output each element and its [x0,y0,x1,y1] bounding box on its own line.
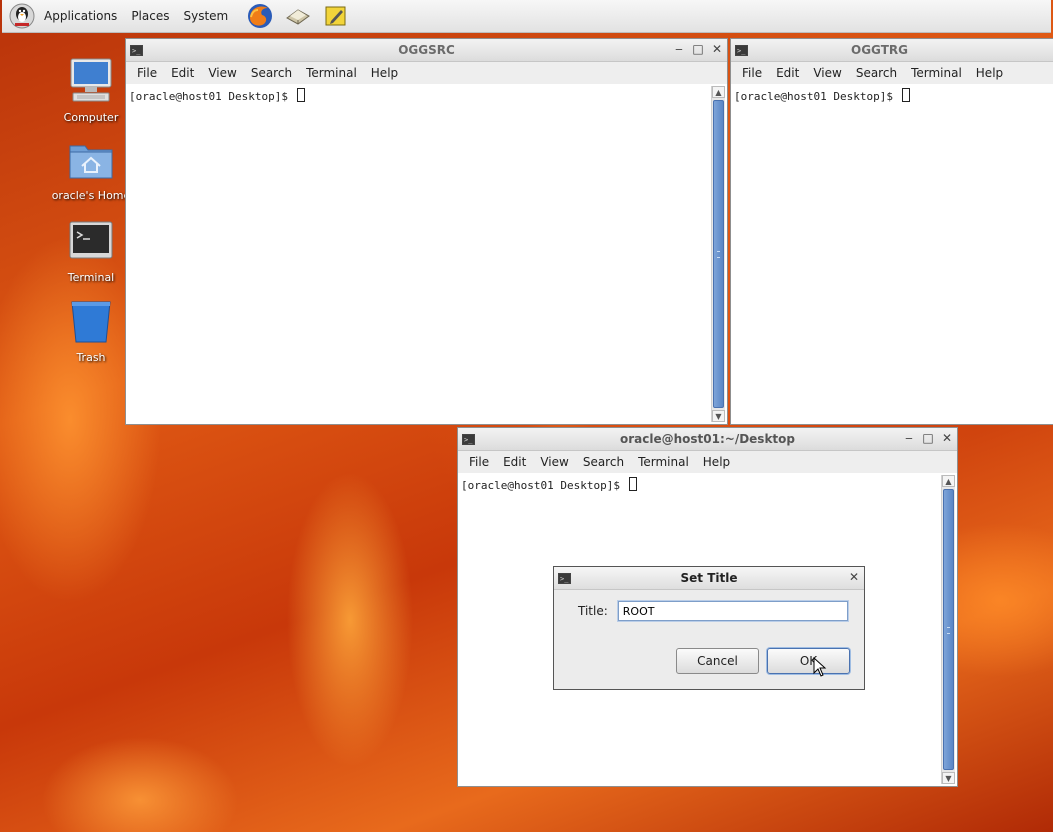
menu-view[interactable]: View [208,66,236,80]
menu-terminal[interactable]: Terminal [911,66,962,80]
top-panel: Applications Places System [2,0,1051,33]
vertical-scrollbar[interactable]: ▲ ▼ [941,475,955,784]
menu-view[interactable]: View [813,66,841,80]
minimize-icon[interactable]: ‒ [903,431,915,445]
menu-bar: File Edit View Search Terminal Help [458,451,957,474]
text-cursor [628,477,637,491]
menu-edit[interactable]: Edit [503,455,526,469]
menu-search[interactable]: Search [251,66,292,80]
prompt-text: [oracle@host01 Desktop]$ [129,90,295,103]
window-titlebar[interactable]: >_ OGGTRG [731,39,1053,62]
window-title: oracle@host01:~/Desktop [619,432,796,446]
scroll-thumb[interactable] [713,100,724,408]
desktop-icon-label: Computer [63,111,119,124]
menu-edit[interactable]: Edit [171,66,194,80]
shell-prompt: [oracle@host01 Desktop]$ [458,473,957,496]
window-title: OGGTRG [851,43,908,57]
menu-terminal[interactable]: Terminal [306,66,357,80]
menu-search[interactable]: Search [856,66,897,80]
window-titlebar[interactable]: >_ OGGSRC ‒ □ ✕ [126,39,727,62]
home-folder-icon [69,145,113,179]
minimize-icon[interactable]: ‒ [673,42,685,56]
text-cursor [901,88,910,102]
menu-help[interactable]: Help [703,455,730,469]
prompt-text: [oracle@host01 Desktop]$ [734,90,900,103]
dialog-title: Set Title [680,571,738,585]
menu-help[interactable]: Help [976,66,1003,80]
text-cursor [296,88,305,102]
desktop-icon-label: oracle's Home [51,189,131,202]
shell-prompt: [oracle@host01 Desktop]$ [126,84,727,107]
maximize-icon[interactable]: □ [692,42,704,56]
distro-logo-icon[interactable] [8,3,36,29]
terminal-window-oggsrc[interactable]: >_ OGGSRC ‒ □ ✕ File Edit View Search Te… [125,38,728,425]
maximize-icon[interactable]: □ [922,431,934,445]
title-input[interactable] [617,601,848,621]
terminal-window-oggtrg[interactable]: >_ OGGTRG File Edit View Search Terminal… [730,38,1053,425]
menu-file[interactable]: File [137,66,157,80]
close-icon[interactable]: ✕ [941,431,953,445]
shell-prompt: [oracle@host01 Desktop]$ [731,84,1053,107]
desktop-icon-terminal[interactable]: Terminal [46,218,136,284]
applications-menu[interactable]: Applications [44,9,117,23]
prompt-text: [oracle@host01 Desktop]$ [461,479,627,492]
trash-icon [71,301,111,343]
menu-bar: File Edit View Search Terminal Help [126,62,727,85]
menu-help[interactable]: Help [371,66,398,80]
dialog-titlebar[interactable]: >_ Set Title ✕ [554,567,864,590]
window-title: OGGSRC [398,43,455,57]
menu-file[interactable]: File [742,66,762,80]
desktop-icon-trash[interactable]: Trash [46,298,136,364]
window-titlebar[interactable]: >_ oracle@host01:~/Desktop ‒ □ ✕ [458,428,957,451]
ok-button[interactable]: OK [767,648,850,674]
scroll-down-arrow-icon[interactable]: ▼ [942,772,955,784]
mouse-pointer-icon [813,657,827,677]
places-menu[interactable]: Places [131,9,169,23]
desktop-icon-home[interactable]: oracle's Home [46,138,136,202]
menu-view[interactable]: View [540,455,568,469]
text-editor-launcher-icon[interactable] [322,3,350,29]
terminal-window-icon: >_ [130,44,143,56]
close-icon[interactable]: ✕ [711,42,723,56]
terminal-area[interactable]: [oracle@host01 Desktop]$ [731,84,1053,424]
terminal-icon [69,221,113,259]
scroll-up-arrow-icon[interactable]: ▲ [712,86,725,98]
menu-bar: File Edit View Search Terminal Help [731,62,1053,85]
close-icon[interactable]: ✕ [848,570,860,584]
vertical-scrollbar[interactable]: ▲ ▼ [711,86,725,422]
scroll-up-arrow-icon[interactable]: ▲ [942,475,955,487]
terminal-window-icon: >_ [462,433,475,445]
menu-file[interactable]: File [469,455,489,469]
terminal-area[interactable]: [oracle@host01 Desktop]$ ▲ ▼ [126,84,727,424]
scroll-down-arrow-icon[interactable]: ▼ [712,410,725,422]
mail-launcher-icon[interactable] [284,3,312,29]
firefox-launcher-icon[interactable] [246,3,274,29]
scroll-thumb[interactable] [943,489,954,770]
menu-terminal[interactable]: Terminal [638,455,689,469]
computer-icon [70,58,112,102]
terminal-window-icon: >_ [735,44,748,56]
desktop-icon-label: Trash [76,351,106,364]
menu-edit[interactable]: Edit [776,66,799,80]
desktop-icon-label: Terminal [67,271,115,284]
desktop-icon-computer[interactable]: Computer [46,56,136,124]
terminal-window-icon: >_ [558,572,571,584]
system-menu[interactable]: System [183,9,228,23]
cancel-button[interactable]: Cancel [676,648,759,674]
title-field-label: Title: [578,604,608,618]
menu-search[interactable]: Search [583,455,624,469]
